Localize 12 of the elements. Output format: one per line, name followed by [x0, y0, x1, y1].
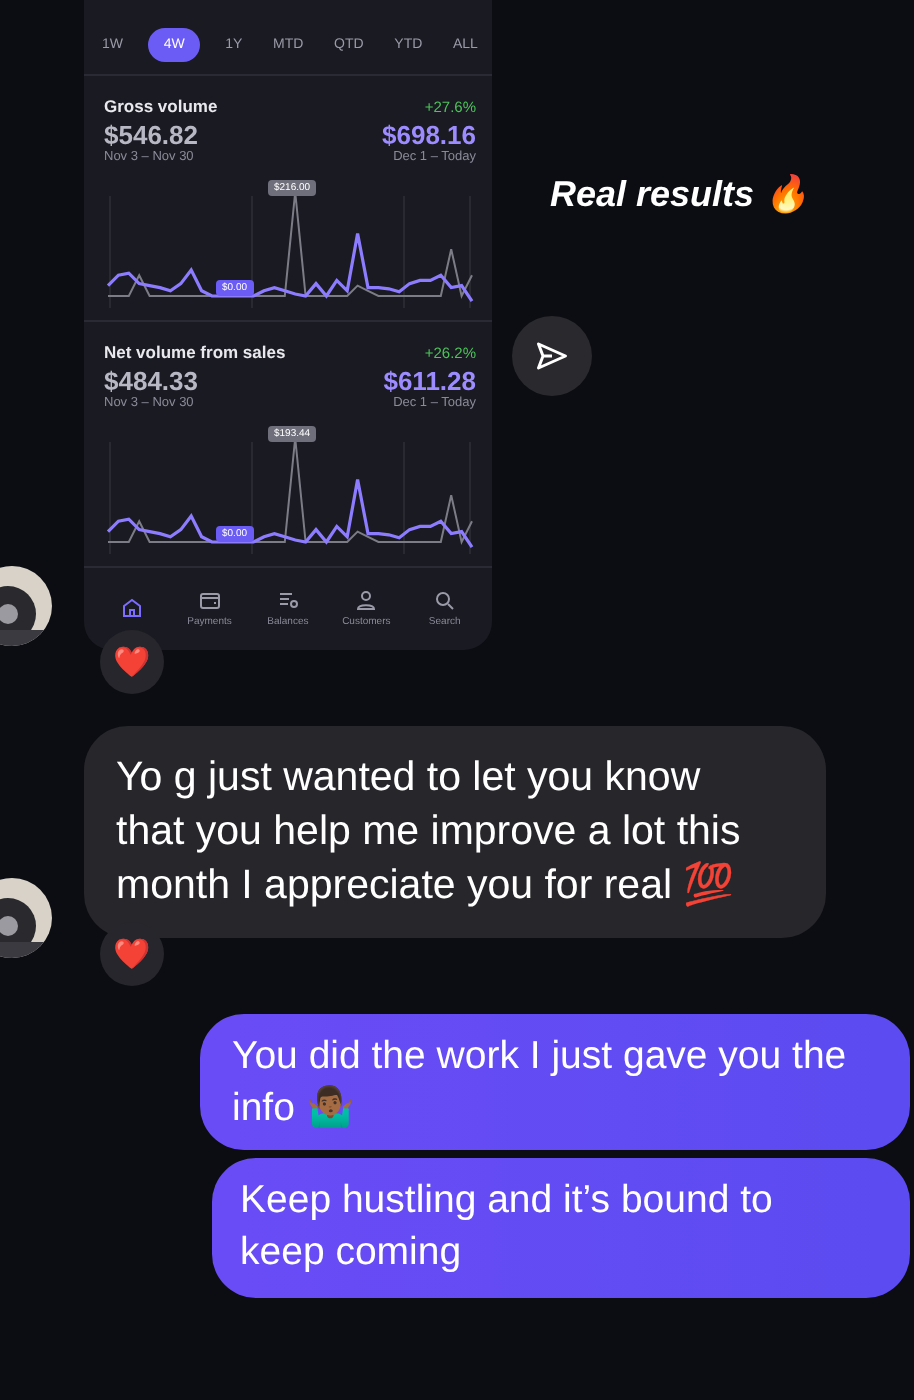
previous-value: $484.33	[104, 366, 198, 396]
metric-title: Net volume from sales	[104, 342, 286, 362]
sent-message: Keep hustling and it’s bound to keep coming	[212, 1158, 910, 1298]
previous-value: $546.82	[104, 120, 198, 150]
sent-message: You did the work I just gave you the info 🤷🏾‍♂	[200, 1014, 910, 1150]
metric-title: Gross volume	[104, 96, 218, 116]
send-button[interactable]	[512, 316, 592, 396]
heart-reaction: ❤	[100, 630, 164, 694]
current-value: $611.28	[383, 366, 476, 396]
current-value: $698.16	[382, 120, 476, 150]
story-caption: Real results 🔥	[550, 172, 811, 216]
send-icon	[534, 338, 570, 374]
